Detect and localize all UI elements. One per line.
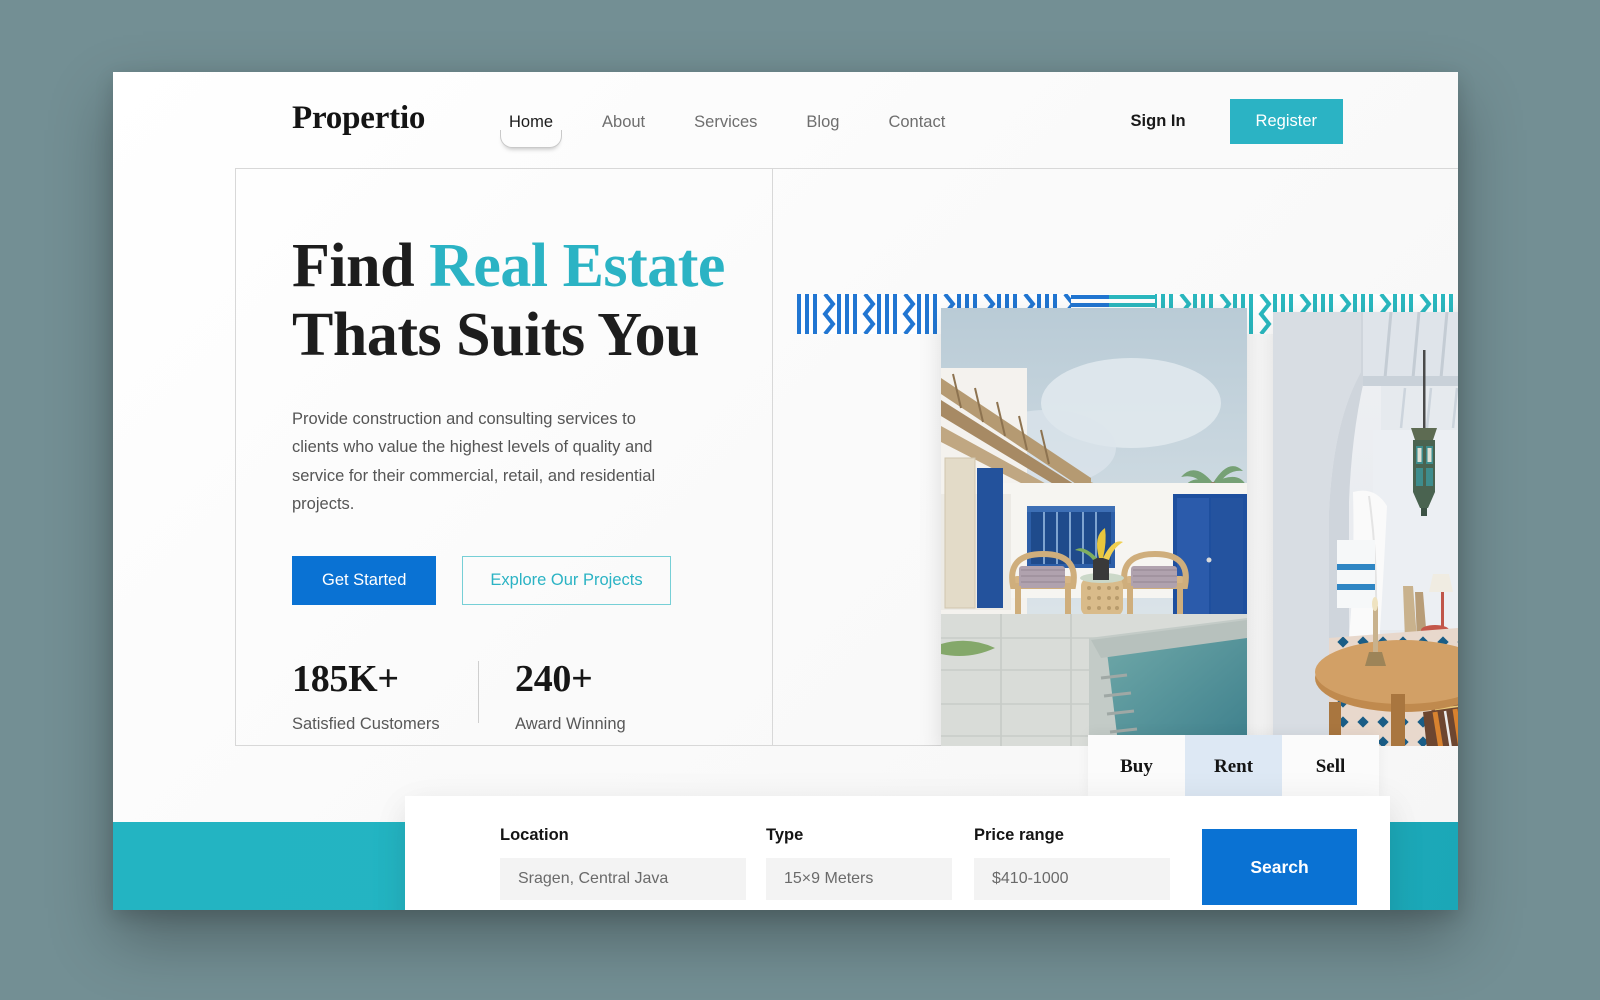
hero-stats: 185K+ Satisfied Customers 240+ Award Win…: [292, 657, 742, 734]
listing-type-tabs: Buy Rent Sell: [1088, 735, 1379, 799]
stat-value: 240+: [515, 658, 593, 701]
explore-projects-button[interactable]: Explore Our Projects: [462, 556, 671, 606]
hero-content: Find Real Estate Thats Suits You Provide…: [292, 232, 742, 734]
brand-logo[interactable]: Propertio: [292, 100, 425, 137]
hero-imagery: [773, 168, 1458, 746]
tab-rent[interactable]: Rent: [1185, 735, 1282, 799]
active-nav-underline: [500, 130, 562, 148]
type-input[interactable]: [766, 858, 952, 900]
headline-line2: Thats Suits You: [292, 301, 700, 370]
hero-description: Provide construction and consulting serv…: [292, 409, 656, 513]
stat-value: 185K+: [292, 658, 399, 701]
search-field-price: Price range: [974, 826, 1170, 900]
nav-item-home[interactable]: Home: [500, 108, 562, 148]
price-range-input[interactable]: [974, 858, 1170, 900]
hero-cta-row: Get Started Explore Our Projects: [292, 556, 742, 606]
headline-line1-prefix: Find: [292, 232, 430, 300]
location-input[interactable]: [500, 858, 746, 900]
nav-item-about[interactable]: About: [594, 108, 653, 137]
search-button[interactable]: Search: [1202, 829, 1357, 905]
tab-sell[interactable]: Sell: [1282, 735, 1379, 799]
stat-award-winning: 240+ Award Winning: [515, 657, 701, 734]
type-label: Type: [766, 826, 804, 844]
stat-label: Award Winning: [515, 715, 626, 734]
get-started-button[interactable]: Get Started: [292, 556, 437, 606]
stat-label: Satisfied Customers: [292, 715, 440, 734]
location-label: Location: [500, 826, 569, 844]
main-navigation: Home About Services Blog Contact: [500, 108, 953, 148]
stat-satisfied-customers: 185K+ Satisfied Customers: [292, 657, 478, 734]
auth-actions: Sign In Register: [1131, 99, 1343, 144]
property-photo-interior[interactable]: [1273, 312, 1458, 746]
stat-divider: [478, 661, 479, 724]
nav-item-blog[interactable]: Blog: [798, 108, 847, 137]
nav-item-contact[interactable]: Contact: [880, 108, 953, 137]
sign-in-link[interactable]: Sign In: [1131, 112, 1186, 131]
search-field-type: Type: [766, 826, 952, 900]
headline-accent: Real Estate: [429, 232, 725, 300]
tab-buy[interactable]: Buy: [1088, 735, 1185, 799]
page-title: Find Real Estate Thats Suits You: [292, 232, 742, 371]
price-range-label: Price range: [974, 826, 1064, 844]
search-field-location: Location: [500, 826, 746, 900]
nav-label-home: Home: [509, 113, 554, 131]
site-header: Propertio Home About Services Blog Conta…: [113, 72, 1458, 168]
property-photo-exterior[interactable]: [941, 308, 1247, 746]
nav-item-services[interactable]: Services: [686, 108, 765, 137]
register-button[interactable]: Register: [1229, 99, 1343, 144]
landing-page-card: Propertio Home About Services Blog Conta…: [113, 72, 1458, 910]
